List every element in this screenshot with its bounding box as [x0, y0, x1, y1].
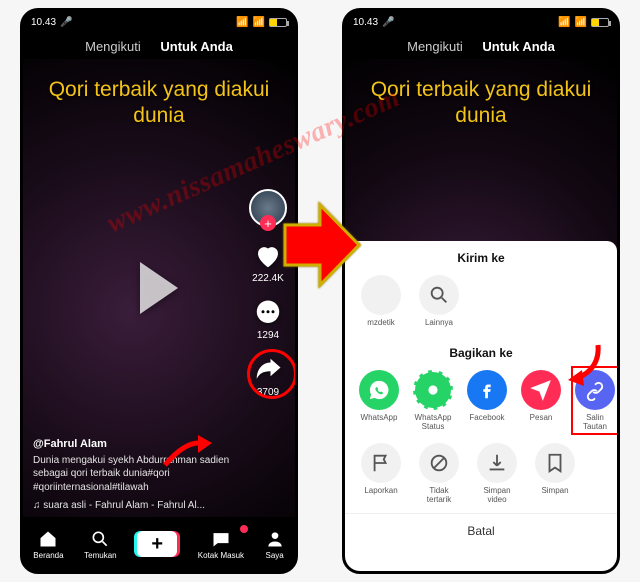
- search-icon: [90, 529, 110, 549]
- phone-right: 10.43 🎤 📶 📶 Mengikuti Untuk Anda Qori terb…: [342, 8, 620, 574]
- send-row: mzdetik Lainnya: [345, 271, 617, 336]
- inbox-icon: [211, 529, 231, 549]
- message-icon: [521, 370, 561, 410]
- send-more[interactable]: Lainnya: [417, 275, 461, 328]
- plus-icon: +: [151, 534, 163, 554]
- wifi-icon: 📶: [558, 17, 570, 28]
- share-button[interactable]: 3709: [253, 355, 283, 398]
- tab-following[interactable]: Mengikuti: [407, 39, 463, 54]
- nav-me-label: Saya: [266, 551, 284, 560]
- cancel-button[interactable]: Batal: [345, 513, 617, 548]
- opt-save[interactable]: Simpan: [533, 443, 577, 505]
- facebook-icon: [467, 370, 507, 410]
- comment-icon: [253, 298, 283, 328]
- opt-save-label: Simpan: [541, 487, 568, 496]
- signal-icon: 📶: [575, 17, 587, 28]
- nav-me[interactable]: Saya: [265, 529, 285, 560]
- status-time: 10.43: [353, 17, 378, 28]
- status-time: 10.43: [31, 17, 56, 28]
- share-icon: [253, 355, 283, 385]
- flag-icon: [361, 443, 401, 483]
- whatsapp-icon: [359, 370, 399, 410]
- wifi-icon: 📶: [236, 17, 248, 28]
- send-mzdetik-label: mzdetik: [367, 319, 395, 328]
- opt-savevid-label: Simpan video: [475, 487, 519, 505]
- opt-report[interactable]: Laporkan: [359, 443, 403, 505]
- video-area[interactable]: Qori terbaik yang diakui dunia + 222.4K …: [23, 59, 295, 517]
- comment-count: 1294: [257, 330, 279, 341]
- user-icon: [265, 529, 285, 549]
- tab-foryou[interactable]: Untuk Anda: [482, 39, 554, 54]
- share-whatsapp-label: WhatsApp: [361, 414, 398, 423]
- whatsapp-status-icon: [413, 370, 453, 410]
- sound-label[interactable]: ♫ suara asli - Fahrul Alam - Fahrul Al..…: [33, 500, 235, 511]
- share-facebook-label: Facebook: [469, 414, 504, 423]
- share-dm-label: Pesan: [530, 414, 553, 423]
- pointer-share: [160, 433, 215, 473]
- nav-inbox-label: Kotak Masuk: [198, 551, 244, 560]
- share-copy-label: Salin Tautan: [575, 414, 615, 432]
- feed-tabs: Mengikuti Untuk Anda: [345, 33, 617, 60]
- opt-notinterested[interactable]: Tidak tertarik: [417, 443, 461, 505]
- feed-tabs: Mengikuti Untuk Anda: [23, 33, 295, 60]
- voice-icon: 🎤: [382, 17, 394, 28]
- phone-left: 10.43 🎤 📶 📶 Mengikuti Untuk Anda Qori terb…: [20, 8, 298, 574]
- download-icon: [477, 443, 517, 483]
- nav-create[interactable]: +: [137, 531, 177, 557]
- nav-inbox[interactable]: Kotak Masuk: [198, 529, 244, 560]
- tab-foryou[interactable]: Untuk Anda: [160, 39, 232, 54]
- follow-plus-icon[interactable]: +: [260, 215, 276, 231]
- share-facebook[interactable]: Facebook: [467, 370, 507, 432]
- pointer-copylink: [560, 340, 608, 388]
- nav-discover-label: Temukan: [84, 551, 116, 560]
- home-icon: [38, 529, 58, 549]
- comment-button[interactable]: 1294: [253, 298, 283, 341]
- inbox-badge: [240, 525, 248, 533]
- heart-icon: [253, 241, 283, 271]
- avatar-icon: [361, 275, 401, 315]
- voice-icon: 🎤: [60, 17, 72, 28]
- like-button[interactable]: 222.4K: [252, 241, 284, 284]
- block-icon: [419, 443, 459, 483]
- share-sheet: Kirim ke mzdetik Lainnya Bagikan ke What…: [345, 241, 617, 571]
- big-arrow: [283, 200, 361, 290]
- video-caption-overlay: Qori terbaik yang diakui dunia: [345, 77, 617, 130]
- author-avatar[interactable]: +: [249, 189, 287, 227]
- bottom-nav: Beranda Temukan + Kotak Masuk Saya: [23, 517, 295, 571]
- video-caption-overlay: Qori terbaik yang diakui dunia: [23, 77, 295, 130]
- send-header: Kirim ke: [345, 241, 617, 271]
- send-more-label: Lainnya: [425, 319, 453, 328]
- nav-discover[interactable]: Temukan: [84, 529, 116, 560]
- tab-following[interactable]: Mengikuti: [85, 39, 141, 54]
- signal-icon: 📶: [253, 17, 265, 28]
- opt-report-label: Laporkan: [364, 487, 397, 496]
- battery-icon: [591, 18, 609, 27]
- bookmark-icon: [535, 443, 575, 483]
- play-icon[interactable]: [140, 262, 178, 314]
- opt-notint-label: Tidak tertarik: [417, 487, 461, 505]
- share-dm[interactable]: Pesan: [521, 370, 561, 432]
- share-wastatus-label: WhatsApp Status: [413, 414, 453, 432]
- share-wastatus[interactable]: WhatsApp Status: [413, 370, 453, 432]
- battery-icon: [269, 18, 287, 27]
- share-whatsapp[interactable]: WhatsApp: [359, 370, 399, 432]
- status-bar: 10.43 🎤 📶 📶: [23, 11, 295, 33]
- nav-home-label: Beranda: [33, 551, 63, 560]
- search-icon: [419, 275, 459, 315]
- more-row: Laporkan Tidak tertarik Simpan video Sim…: [345, 439, 617, 513]
- like-count: 222.4K: [252, 273, 284, 284]
- status-bar: 10.43 🎤 📶 📶: [345, 11, 617, 33]
- send-mzdetik[interactable]: mzdetik: [359, 275, 403, 328]
- share-count: 3709: [257, 387, 279, 398]
- action-rail: + 222.4K 1294 3709: [249, 189, 287, 398]
- opt-savevideo[interactable]: Simpan video: [475, 443, 519, 505]
- nav-home[interactable]: Beranda: [33, 529, 63, 560]
